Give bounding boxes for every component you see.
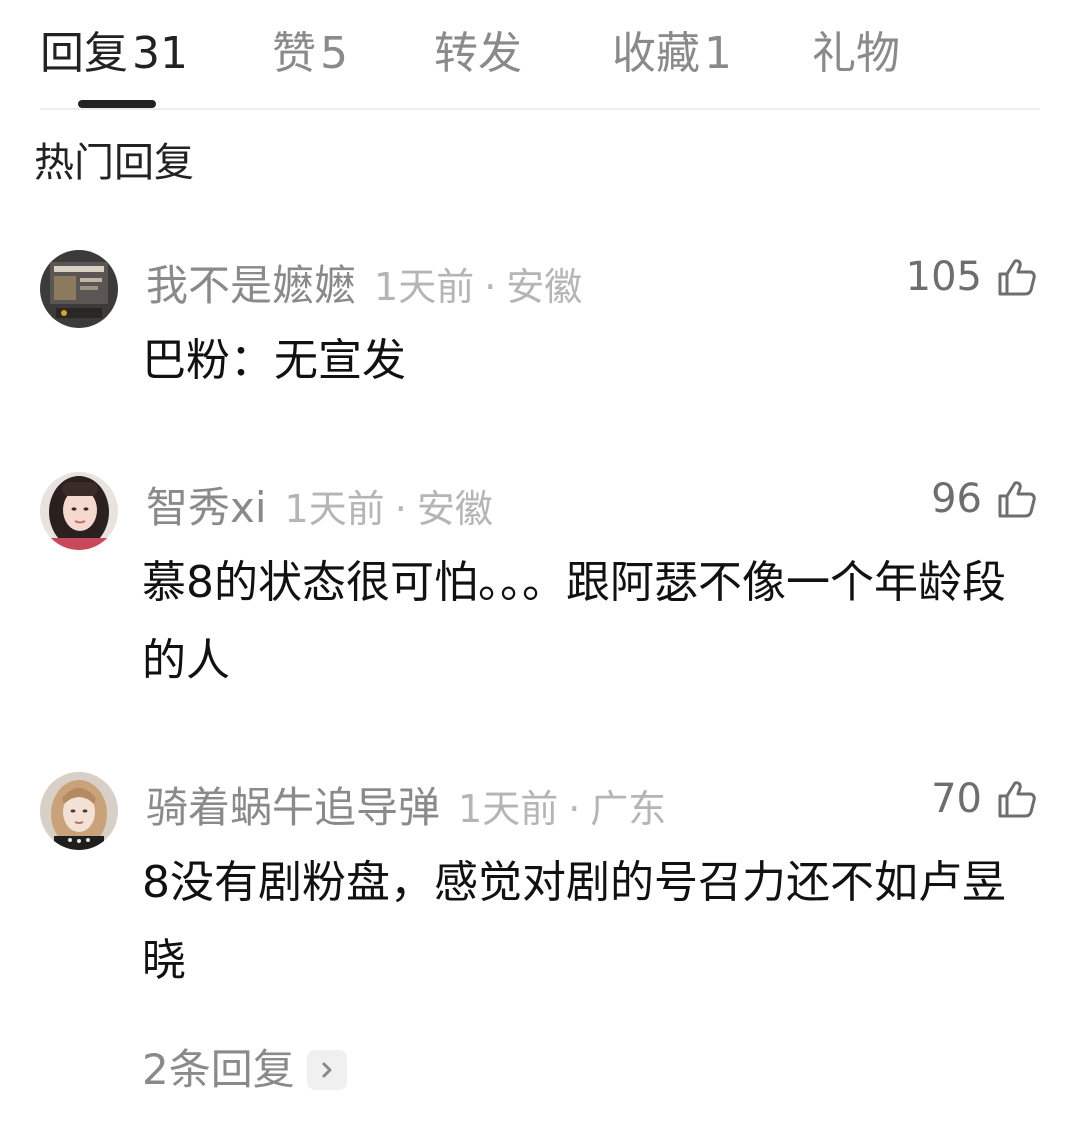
thumbs-up-icon — [998, 781, 1036, 818]
tabs-divider — [40, 108, 1040, 110]
tab-gifts-label: 礼物 — [812, 28, 900, 79]
tab-gifts[interactable]: 礼物 — [812, 26, 900, 82]
meta-separator: · — [484, 265, 497, 309]
comment-username[interactable]: 智秀xi — [146, 483, 267, 532]
comment-time-location: 1天前 · 安徽 — [285, 487, 493, 531]
comment-text: 巴粉：无宣发 — [142, 335, 406, 386]
tab-likes-count: 5 — [320, 28, 348, 79]
tab-likes-label: 赞 — [272, 28, 316, 79]
comment-location: 安徽 — [416, 487, 493, 531]
thumbs-up-icon — [998, 481, 1036, 518]
like-button[interactable]: 96 — [931, 476, 1038, 522]
avatar-icon[interactable] — [40, 472, 118, 550]
avatar-icon[interactable] — [40, 250, 118, 328]
comment-time: 1天前 — [458, 787, 559, 831]
meta-separator: · — [394, 487, 407, 531]
tab-replies[interactable]: 回复31 — [40, 26, 188, 82]
like-count: 105 — [905, 254, 982, 300]
comment-text: 慕8的状态很可怕。。。跟阿瑟不像一个年龄段的人 — [142, 557, 1006, 686]
more-replies-button[interactable]: 2条回复 — [142, 1042, 347, 1098]
comment-location: 安徽 — [506, 265, 583, 309]
comment-time-location: 1天前 · 安徽 — [374, 265, 582, 309]
comment-location: 广东 — [590, 787, 667, 831]
comment-text: 8没有剧粉盘，感觉对剧的号召力还不如卢昱晓 — [142, 857, 1006, 986]
comment-time: 1天前 — [374, 265, 475, 309]
tab-reposts[interactable]: 转发 — [434, 26, 522, 82]
comment-meta: 我不是嬷嬷 1天前 · 安徽 — [146, 258, 582, 323]
comment-time: 1天前 — [284, 487, 385, 531]
avatar-icon[interactable] — [40, 772, 118, 850]
section-title: 热门回复 — [34, 140, 194, 186]
like-count: 96 — [931, 476, 982, 522]
thumbs-up-icon — [998, 259, 1036, 296]
tab-likes[interactable]: 赞5 — [272, 26, 348, 82]
chevron-right-icon — [306, 1050, 347, 1090]
like-count: 70 — [931, 776, 982, 822]
tab-reposts-label: 转发 — [434, 28, 522, 79]
tab-bar: 回复31 赞5 转发 收藏1 礼物 — [0, 0, 1080, 110]
comment-meta: 智秀xi 1天前 · 安徽 — [146, 480, 493, 545]
like-button[interactable]: 70 — [931, 776, 1038, 822]
more-replies-label: 2条回复 — [142, 1045, 295, 1094]
comment-username[interactable]: 骑着蜗牛追导弹 — [146, 783, 440, 832]
like-button[interactable]: 105 — [906, 254, 1038, 300]
tab-replies-label: 回复 — [40, 28, 128, 79]
comment-meta: 骑着蜗牛追导弹 1天前 · 广东 — [146, 780, 666, 845]
tab-replies-count: 31 — [132, 28, 188, 79]
comment-time-location: 1天前 · 广东 — [458, 787, 666, 831]
active-tab-indicator — [78, 100, 156, 108]
tab-favorites[interactable]: 收藏1 — [612, 26, 732, 82]
comment-username[interactable]: 我不是嬷嬷 — [146, 261, 356, 310]
tab-favorites-count: 1 — [704, 28, 732, 79]
tab-favorites-label: 收藏 — [612, 28, 700, 79]
meta-separator: · — [568, 787, 581, 831]
